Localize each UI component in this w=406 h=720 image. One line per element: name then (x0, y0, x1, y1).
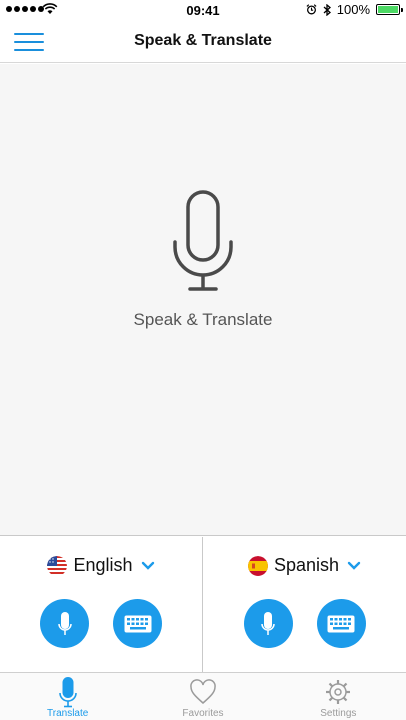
es-flag-icon (247, 555, 268, 576)
target-language-selector[interactable]: Spanish (203, 555, 406, 576)
mic-icon (57, 611, 72, 635)
chevron-down-icon (347, 561, 361, 570)
target-language-name: Spanish (273, 555, 340, 575)
tab-translate-label: Translate (47, 708, 89, 719)
battery-icon (376, 4, 403, 15)
alarm-icon (306, 4, 317, 15)
speak-area[interactable]: Speak & Translate (0, 64, 406, 536)
source-keyboard-button[interactable] (113, 599, 162, 648)
source-language-selector[interactable]: English (0, 555, 202, 576)
us-flag-icon (47, 555, 68, 576)
source-speak-button[interactable] (40, 599, 89, 648)
battery-percent: 100% (336, 2, 370, 17)
source-button-row (0, 599, 202, 648)
source-language-name: English (73, 555, 133, 575)
target-button-row (203, 599, 406, 648)
tab-translate[interactable]: Translate (0, 673, 135, 720)
heart-icon (190, 679, 216, 704)
tab-bar: Translate Favorites Settings (0, 672, 406, 720)
nav-bar: Speak & Translate (0, 20, 406, 63)
tab-settings-label: Settings (320, 708, 357, 719)
keyboard-icon (124, 615, 151, 632)
chevron-down-icon (141, 561, 154, 570)
target-language-panel: Spanish (203, 537, 406, 672)
target-speak-button[interactable] (243, 599, 293, 648)
tab-settings[interactable]: Settings (271, 673, 406, 720)
status-bar: 09:41 100% (0, 0, 406, 20)
keyboard-icon (327, 615, 355, 632)
tab-favorites[interactable]: Favorites (135, 673, 270, 720)
bluetooth-icon (323, 3, 331, 16)
source-language-panel: English (0, 537, 203, 672)
target-keyboard-button[interactable] (316, 599, 366, 648)
page-title: Speak & Translate (134, 32, 272, 49)
status-right: 100% (306, 2, 403, 17)
mic-icon (261, 611, 275, 635)
mic-icon (58, 677, 77, 708)
gear-icon (326, 680, 351, 704)
language-panels: English Spanish (0, 537, 406, 672)
microphone-icon (173, 190, 233, 291)
tab-favorites-label: Favorites (182, 708, 224, 719)
speak-translate-label: Speak & Translate (133, 310, 273, 329)
